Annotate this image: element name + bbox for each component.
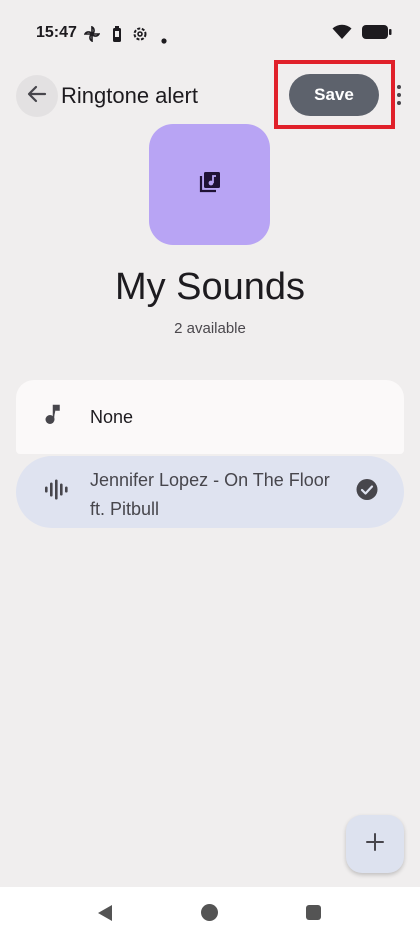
sound-item-label: None bbox=[90, 407, 134, 427]
sound-item-none[interactable]: None bbox=[16, 380, 404, 454]
pinwheel-icon bbox=[83, 25, 101, 47]
sound-item-selected[interactable]: Jennifer Lopez - On The Floor ft. Pitbul… bbox=[16, 456, 404, 528]
page-title: My Sounds bbox=[114, 266, 306, 308]
status-bar: 15:47 bbox=[0, 0, 420, 64]
status-time: 15:47 bbox=[36, 24, 77, 41]
sound-wave-icon bbox=[44, 478, 68, 507]
nav-home-icon[interactable] bbox=[201, 904, 218, 921]
add-icon bbox=[365, 832, 385, 857]
screen: 15:47 Ringtone alert Save My Sounds 2 av… bbox=[0, 0, 420, 937]
wifi-icon bbox=[332, 24, 352, 45]
sound-item-label: Jennifer Lopez - On The Floor ft. Pitbul… bbox=[90, 470, 330, 519]
back-button[interactable] bbox=[16, 75, 58, 117]
save-button[interactable]: Save bbox=[289, 74, 379, 116]
nav-back-icon[interactable] bbox=[96, 904, 114, 927]
nav-recents-icon[interactable] bbox=[306, 905, 321, 920]
available-count: 2 available bbox=[174, 320, 246, 337]
battery-saver-icon bbox=[112, 26, 122, 47]
album-art bbox=[149, 124, 270, 245]
battery-icon bbox=[362, 24, 392, 45]
page-header-title: Ringtone alert bbox=[61, 83, 198, 108]
dot-icon bbox=[161, 31, 167, 49]
music-library-icon bbox=[198, 170, 222, 199]
music-note-icon bbox=[44, 404, 62, 431]
more-vert-icon[interactable] bbox=[396, 84, 402, 106]
arrow-back-icon bbox=[26, 83, 48, 110]
navigation-bar bbox=[0, 887, 420, 937]
check-circle-icon bbox=[356, 479, 378, 506]
add-sound-button[interactable] bbox=[346, 815, 404, 873]
status-right bbox=[332, 24, 392, 45]
settings-icon bbox=[132, 26, 148, 47]
